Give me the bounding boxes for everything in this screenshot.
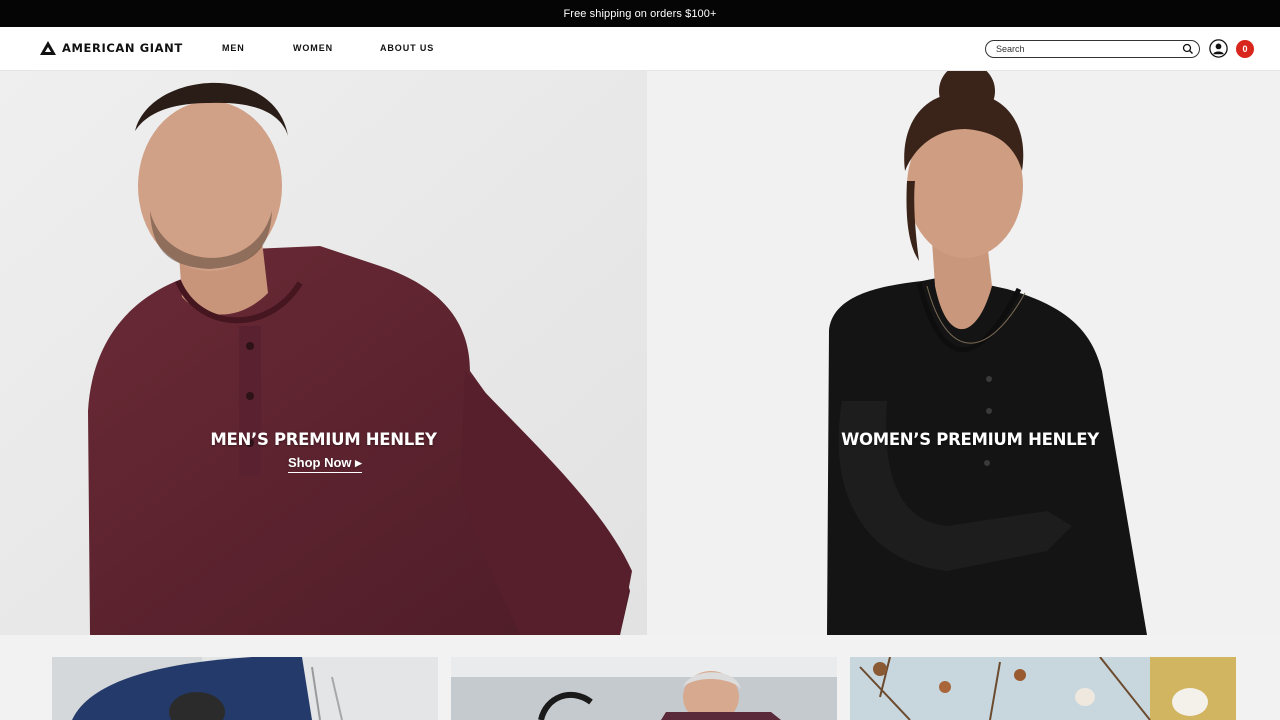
hero-women-panel[interactable]: WOMEN’S PREMIUM HENLEY [647, 71, 1280, 635]
search-box [985, 40, 1200, 58]
women-model-image [647, 71, 1280, 635]
men-hero-title: MEN’S PREMIUM HENLEY [210, 430, 437, 449]
nav-about-us[interactable]: ABOUT US [380, 43, 434, 53]
cart-button[interactable]: 0 [1236, 40, 1254, 58]
tile-men-working[interactable] [52, 657, 438, 720]
logo-icon [40, 41, 56, 55]
women-hero-title: WOMEN’S PREMIUM HENLEY [841, 430, 1099, 449]
nav-women[interactable]: WOMEN [293, 43, 333, 53]
shop-now-link[interactable]: Shop Now ▸ [288, 455, 362, 473]
announcement-text: Free shipping on orders $100+ [563, 7, 717, 20]
nav-men[interactable]: MEN [222, 43, 245, 53]
tile-1-image [52, 657, 438, 720]
feature-tiles [0, 635, 1280, 720]
user-icon[interactable] [1209, 39, 1228, 58]
tile-2-image [451, 657, 837, 720]
tile-3-image [850, 657, 1236, 720]
search-input[interactable] [996, 44, 1176, 54]
logo-text: AMERICAN GIANT [62, 41, 183, 55]
tile-factory-worker[interactable] [451, 657, 837, 720]
men-model-image [0, 71, 647, 635]
site-header: AMERICAN GIANT MEN WOMEN ABOUT US 0 [0, 27, 1280, 71]
search-icon[interactable] [1182, 43, 1194, 55]
tile-cotton-field[interactable] [850, 657, 1236, 720]
hero-men-panel[interactable]: MEN’S PREMIUM HENLEY Shop Now ▸ [0, 71, 647, 635]
announcement-bar: Free shipping on orders $100+ [0, 0, 1280, 27]
cart-count: 0 [1242, 44, 1248, 54]
logo-link[interactable]: AMERICAN GIANT [40, 41, 183, 55]
